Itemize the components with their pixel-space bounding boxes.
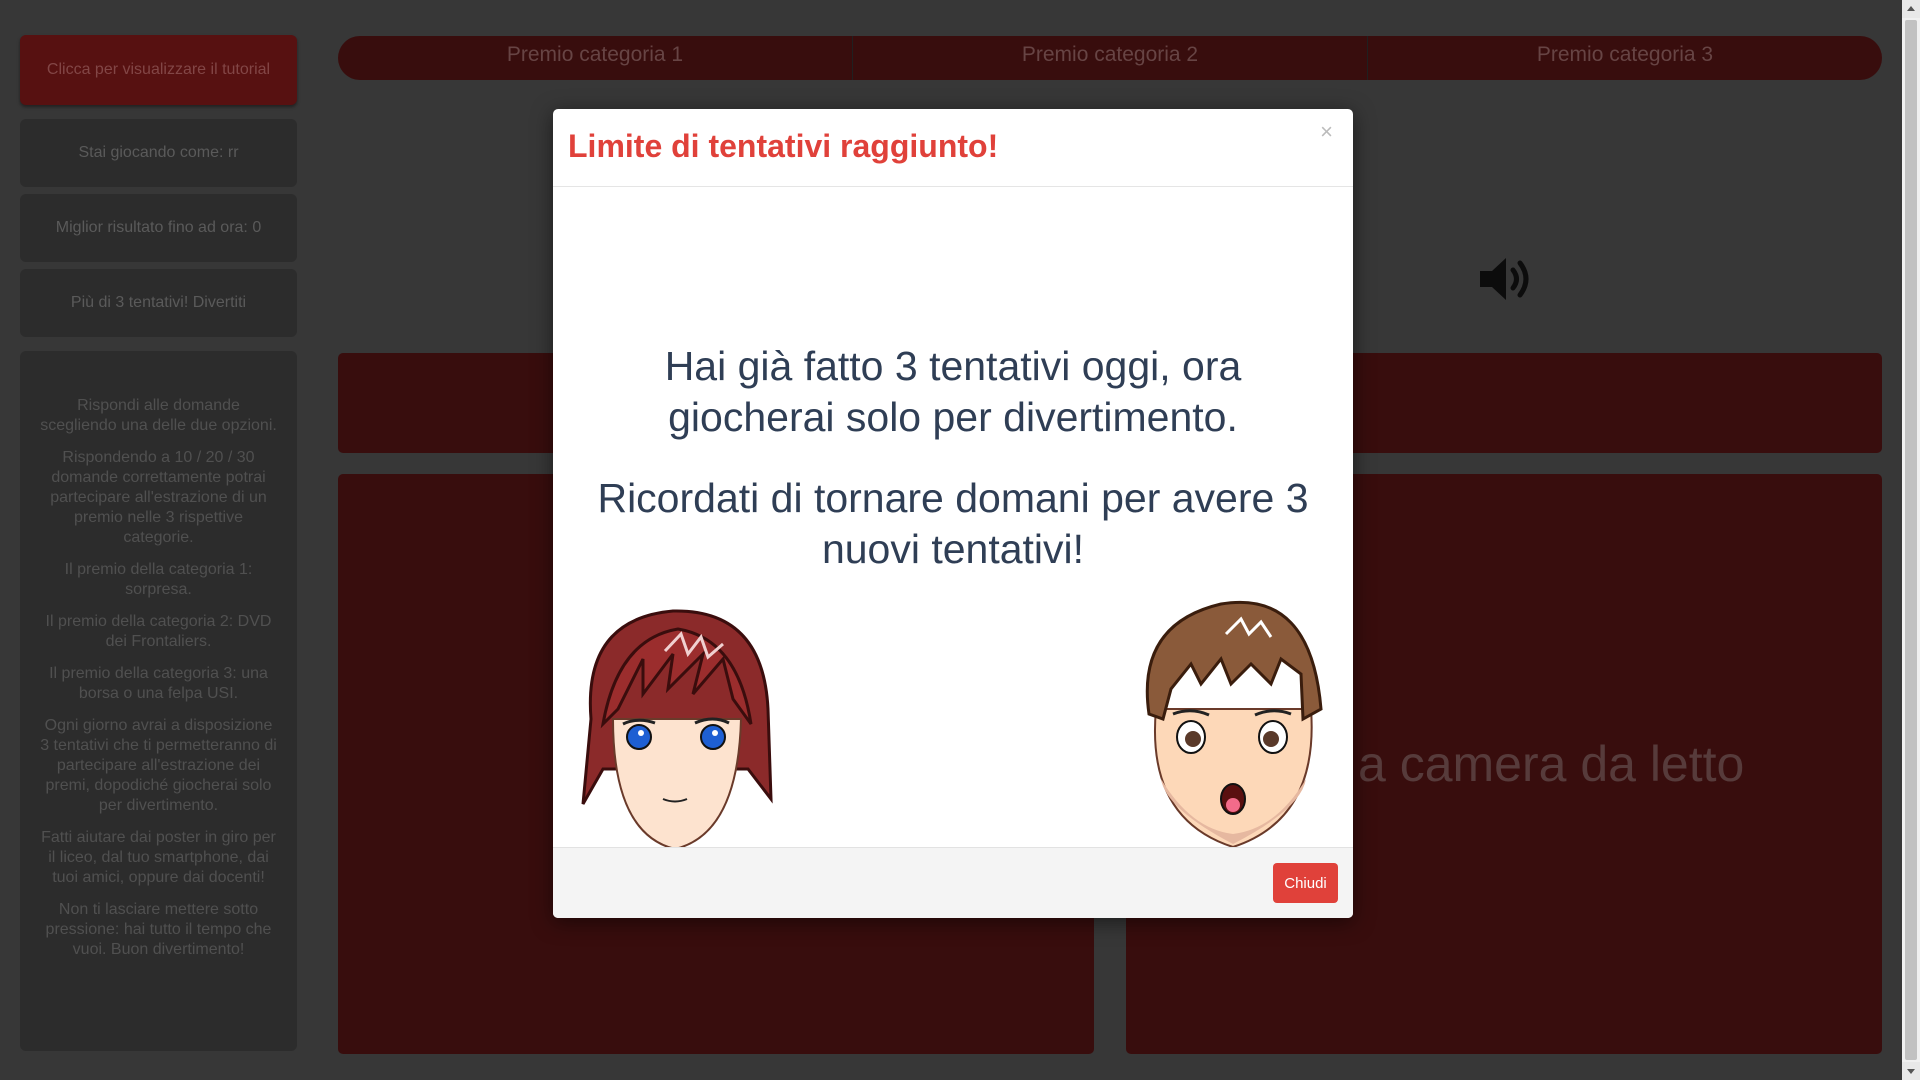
- modal-footer: Chiudi: [553, 847, 1353, 918]
- scrollbar[interactable]: [1902, 0, 1920, 1080]
- scroll-up-arrow-icon[interactable]: [1902, 0, 1920, 18]
- boy-character-image: [1145, 600, 1323, 849]
- modal-header: Limite di tentativi raggiunto! ×: [553, 109, 1353, 187]
- modal-body: Hai già fatto 3 tentativi oggi, ora gioc…: [553, 187, 1353, 849]
- modal-title: Limite di tentativi raggiunto!: [568, 128, 999, 164]
- close-button[interactable]: Chiudi: [1273, 863, 1338, 903]
- scroll-down-arrow-icon[interactable]: [1902, 1062, 1920, 1080]
- attempt-limit-modal: Limite di tentativi raggiunto! × Hai già…: [553, 109, 1353, 918]
- close-icon[interactable]: ×: [1320, 119, 1333, 145]
- attempts-used-message: Hai già fatto 3 tentativi oggi, ora gioc…: [664, 343, 1242, 440]
- come-back-message: Ricordati di tornare domani per avere 3 …: [597, 475, 1309, 572]
- scroll-thumb[interactable]: [1905, 20, 1917, 1060]
- girl-character-image: [581, 609, 773, 849]
